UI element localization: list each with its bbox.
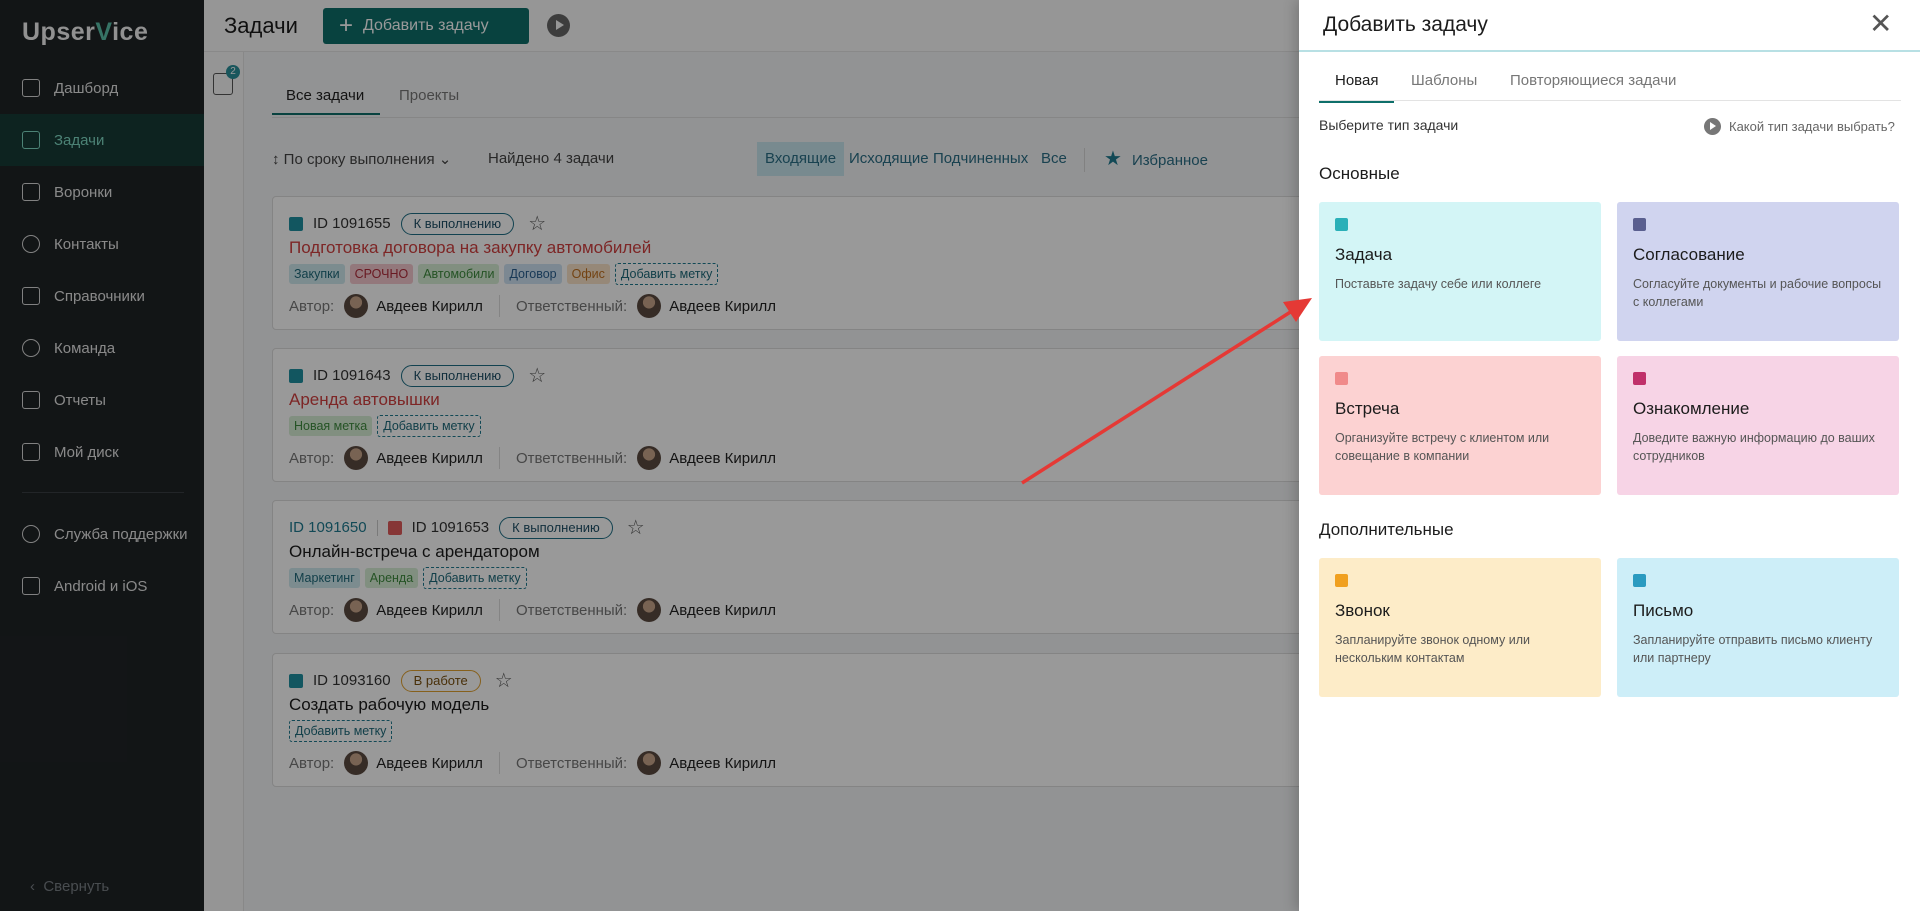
type-card-approval[interactable]: Согласование Согласуйте документы и рабо… — [1617, 202, 1899, 341]
mail-icon — [1633, 574, 1646, 587]
panel-header-divider — [1299, 50, 1920, 52]
phone-icon — [1335, 574, 1348, 587]
tab-recurring[interactable]: Повторяющиеся задачи — [1510, 72, 1676, 101]
add-task-panel: Добавить задачу ✕ Новая Шаблоны Повторяю… — [1299, 0, 1920, 911]
section-extra-title: Дополнительные — [1319, 520, 1454, 539]
type-card-acknowledge[interactable]: Ознакомление Доведите важную информацию … — [1617, 356, 1899, 495]
type-title: Согласование — [1633, 245, 1745, 264]
type-description: Поставьте задачу себе или коллеге — [1335, 277, 1542, 291]
tab-templates[interactable]: Шаблоны — [1411, 72, 1477, 101]
type-title: Задача — [1335, 245, 1393, 264]
type-description: Запланируйте отправить письмо клиенту ил… — [1633, 633, 1873, 665]
play-icon — [1704, 118, 1721, 135]
type-title: Ознакомление — [1633, 399, 1750, 418]
type-card-call[interactable]: Звонок Запланируйте звонок одному или не… — [1319, 558, 1601, 697]
type-card-task[interactable]: Задача Поставьте задачу себе или коллеге — [1319, 202, 1601, 341]
tab-new[interactable]: Новая — [1319, 72, 1395, 103]
type-card-meeting[interactable]: Встреча Организуйте встречу с клиентом и… — [1319, 356, 1601, 495]
approval-icon — [1633, 218, 1646, 231]
panel-title: Добавить задачу — [1323, 13, 1488, 36]
type-title: Письмо — [1633, 601, 1694, 620]
modal-backdrop[interactable] — [0, 0, 1299, 911]
tabs-divider — [1319, 100, 1901, 101]
clock-icon — [1335, 372, 1348, 385]
help-link[interactable]: Какой тип задачи выбрать? — [1704, 118, 1895, 135]
type-description: Запланируйте звонок одному или нескольки… — [1335, 633, 1530, 665]
eye-icon — [1633, 372, 1646, 385]
type-title: Встреча — [1335, 399, 1400, 418]
type-description: Доведите важную информацию до ваших сотр… — [1633, 431, 1875, 463]
section-main-title: Основные — [1319, 164, 1400, 183]
type-description: Организуйте встречу с клиентом или совещ… — [1335, 431, 1550, 463]
choose-type-label: Выберите тип задачи — [1319, 117, 1459, 133]
type-card-email[interactable]: Письмо Запланируйте отправить письмо кли… — [1617, 558, 1899, 697]
close-icon[interactable]: ✕ — [1869, 10, 1892, 38]
type-description: Согласуйте документы и рабочие вопросы с… — [1633, 277, 1882, 309]
task-icon — [1335, 218, 1348, 231]
type-title: Звонок — [1335, 601, 1390, 620]
